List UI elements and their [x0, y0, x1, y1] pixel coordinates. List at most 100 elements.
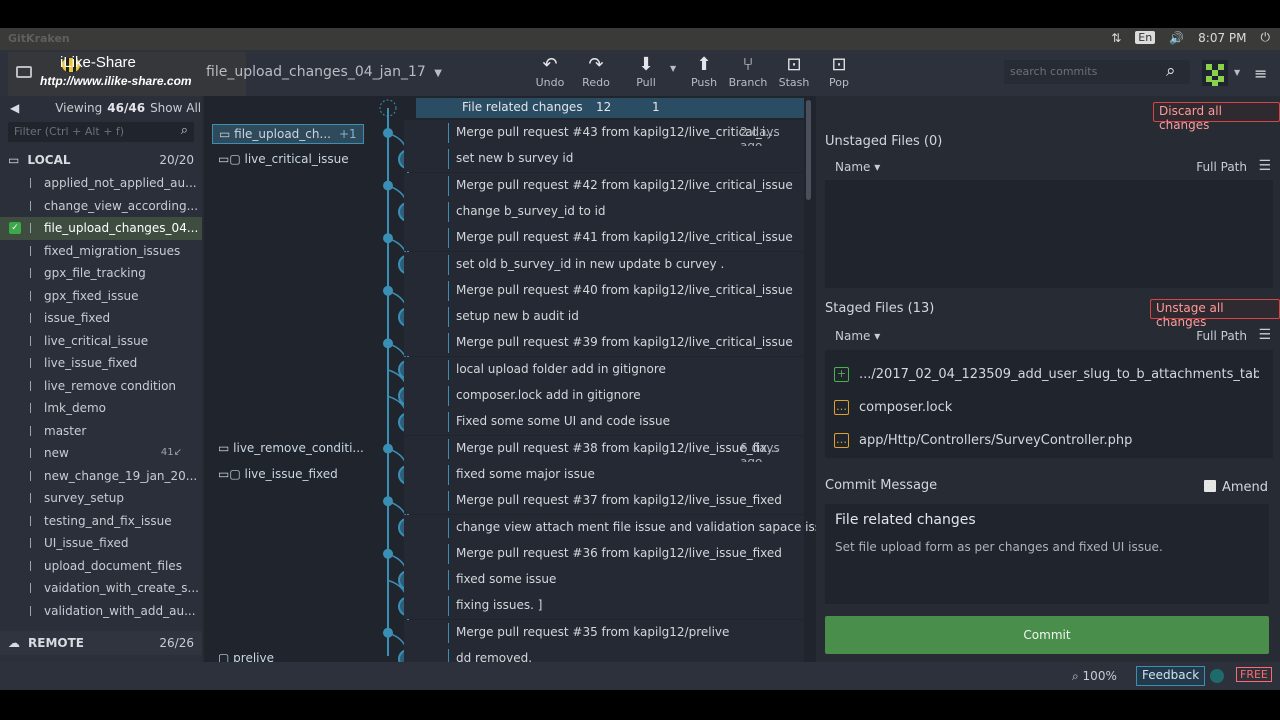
- language-indicator[interactable]: En: [1135, 31, 1156, 44]
- list-view-icon[interactable]: ☰: [1258, 327, 1271, 343]
- gitkraken-icon[interactable]: [1210, 669, 1224, 683]
- branch-item[interactable]: UI_issue_fixed: [0, 532, 202, 555]
- free-badge[interactable]: FREE: [1236, 667, 1272, 682]
- clock[interactable]: 8:07 PM: [1198, 31, 1246, 45]
- commit-description[interactable]: Set file upload form as per changes and …: [835, 540, 1259, 554]
- branch-item[interactable]: new_change_19_jan_20...: [0, 465, 202, 488]
- full-path-toggle[interactable]: Full Path: [1196, 160, 1247, 174]
- staged-file-item[interactable]: … app/Http/Controllers/SurveyController.p…: [825, 425, 1273, 458]
- commit-row[interactable]: Merge pull request #41 from kapilg12/liv…: [204, 225, 804, 252]
- branch-item[interactable]: testing_and_fix_issue: [0, 510, 202, 533]
- branch-item[interactable]: ✓ file_upload_changes_04...: [0, 217, 202, 240]
- commit-row[interactable]: change b_survey_id to id: [204, 198, 804, 225]
- commit-row[interactable]: local upload folder add in gitignore: [204, 356, 804, 383]
- commit-row[interactable]: Fixed some some UI and code issue: [204, 409, 804, 436]
- search-icon[interactable]: ⌕: [1166, 61, 1176, 81]
- commit-button[interactable]: Commit: [825, 616, 1269, 654]
- user-avatar[interactable]: [1202, 60, 1228, 86]
- branch-item[interactable]: change_view_according...: [0, 195, 202, 218]
- volume-icon[interactable]: 🔊: [1169, 31, 1184, 45]
- branch-item[interactable]: new 41↙: [0, 442, 202, 465]
- commit-row[interactable]: Merge pull request #39 from kapilg12/liv…: [204, 330, 804, 357]
- branch-item[interactable]: lmk_demo: [0, 397, 202, 420]
- current-branch-selector[interactable]: file_upload_changes_04_jan_17 ▼: [206, 64, 442, 80]
- push-button[interactable]: ⬆ Push: [682, 54, 726, 89]
- branch-icon: [30, 560, 36, 571]
- branch-name: survey_setup: [44, 491, 124, 505]
- branch-name: upload_document_files: [44, 558, 182, 573]
- commit-row[interactable]: fixing issues. ]: [204, 593, 804, 620]
- list-view-icon[interactable]: ☰: [1258, 158, 1271, 174]
- commit-row[interactable]: change view attach ment file issue and v…: [204, 514, 816, 541]
- branch-item[interactable]: validation_with_add_au...: [0, 600, 202, 623]
- commit-graph[interactable]: File related changes 12 1 Merge pull req…: [204, 96, 816, 662]
- branch-item[interactable]: survey_setup: [0, 487, 202, 510]
- power-icon[interactable]: ⏻: [1261, 30, 1271, 45]
- pull-button[interactable]: ⬇ Pull: [624, 54, 668, 89]
- commit-row[interactable]: set old b_survey_id in new update b curv…: [204, 251, 804, 278]
- commit-row[interactable]: fixed some issue: [204, 567, 804, 594]
- branch-name: fixed_migration_issues: [44, 243, 181, 258]
- branch-item[interactable]: master: [0, 420, 202, 443]
- staged-file-item[interactable]: … composer.lock: [825, 392, 1273, 425]
- file-added-icon: +: [834, 367, 849, 382]
- staged-file-item[interactable]: + .../2017_02_04_123509_add_user_slug_to_…: [825, 359, 1273, 392]
- branch-filter-input[interactable]: Filter (Ctrl + Alt + f) ⌕: [8, 122, 194, 142]
- avatar-chevron-icon[interactable]: ▼: [1234, 68, 1240, 77]
- commit-row[interactable]: setup new b audit id: [204, 304, 804, 331]
- branch-item[interactable]: gpx_fixed_issue: [0, 285, 202, 308]
- folder-icon[interactable]: [16, 66, 32, 78]
- branch-label-live-issue[interactable]: ▭▢ live_issue_fixed: [212, 465, 344, 485]
- commit-message: Merge pull request #37 from kapilg12/liv…: [456, 493, 782, 508]
- branch-item[interactable]: gpx_file_tracking: [0, 262, 202, 285]
- github-icon: ▢: [218, 651, 234, 662]
- pop-button[interactable]: ⊡ Pop: [817, 54, 861, 89]
- branch-button[interactable]: ⑂ Branch: [726, 54, 770, 89]
- pull-options-chevron-icon[interactable]: ▼: [670, 64, 676, 73]
- undo-button[interactable]: ↶ Undo: [528, 54, 572, 89]
- show-all-link[interactable]: Show All: [150, 101, 201, 115]
- search-placeholder: search commits: [1010, 65, 1098, 78]
- commit-summary[interactable]: File related changes: [835, 512, 1259, 528]
- redo-button[interactable]: ↷ Redo: [574, 54, 618, 89]
- branch-label-live-critical[interactable]: ▭▢ live_critical_issue: [212, 150, 355, 170]
- remote-section-header[interactable]: ☁ REMOTE 26/26: [0, 631, 202, 655]
- pull-icon: ⬇: [638, 54, 654, 75]
- commit-row-marker: [448, 149, 449, 170]
- branch-item[interactable]: live_remove condition: [0, 375, 202, 398]
- stash-button[interactable]: ⊡ Stash: [772, 54, 816, 89]
- branch-item[interactable]: live_critical_issue: [0, 330, 202, 353]
- branch-label-file-upload[interactable]: ▭ file_upload_ch... +1: [212, 124, 364, 144]
- app-name: GitKraken: [8, 32, 70, 45]
- local-section-header[interactable]: ▭ LOCAL 20/20: [0, 148, 202, 172]
- zoom-level[interactable]: ⌕ 100%: [1072, 669, 1117, 684]
- branch-item[interactable]: issue_fixed: [0, 307, 202, 330]
- branch-item[interactable]: vaidation_with_create_s...: [0, 577, 202, 600]
- full-path-toggle[interactable]: Full Path: [1196, 329, 1247, 343]
- hamburger-menu-icon[interactable]: ≡: [1254, 64, 1267, 83]
- commit-row[interactable]: Merge pull request #42 from kapilg12/liv…: [204, 172, 804, 199]
- branch-label-prelive[interactable]: ▢ prelive: [212, 649, 280, 662]
- collapse-sidebar-icon[interactable]: ◀: [10, 101, 19, 115]
- branch-item[interactable]: applied_not_applied_au...: [0, 172, 202, 195]
- branch-item[interactable]: fixed_migration_issues: [0, 240, 202, 263]
- amend-checkbox[interactable]: Amend: [1203, 480, 1268, 495]
- network-icon[interactable]: ⇅: [1111, 31, 1121, 45]
- sort-by-name[interactable]: Name ▾: [835, 160, 880, 174]
- unstage-all-button[interactable]: Unstage all changes: [1150, 299, 1280, 329]
- commit-row[interactable]: Merge pull request #35 from kapilg12/pre…: [204, 619, 804, 646]
- branch-item[interactable]: live_issue_fixed: [0, 352, 202, 375]
- discard-all-button[interactable]: Discard all changes: [1153, 102, 1280, 132]
- commit-row[interactable]: Merge pull request #40 from kapilg12/liv…: [204, 277, 804, 304]
- feedback-button[interactable]: Feedback: [1136, 666, 1206, 686]
- commit-row[interactable]: composer.lock add in gitignore: [204, 383, 804, 409]
- commit-row[interactable]: Merge pull request #37 from kapilg12/liv…: [204, 488, 804, 515]
- branch-label-live-remove[interactable]: ▭ live_remove_conditi...: [212, 439, 370, 459]
- graph-scrollbar[interactable]: [806, 100, 811, 200]
- commit-row[interactable]: dd removed.: [204, 646, 804, 662]
- sort-by-name[interactable]: Name ▾: [835, 329, 880, 343]
- commit-message-input[interactable]: File related changes Set file upload for…: [825, 504, 1269, 604]
- branch-item[interactable]: upload_document_files: [0, 555, 202, 578]
- commit-search-input[interactable]: search commits: [1004, 60, 1190, 84]
- commit-row[interactable]: Merge pull request #36 from kapilg12/liv…: [204, 540, 804, 567]
